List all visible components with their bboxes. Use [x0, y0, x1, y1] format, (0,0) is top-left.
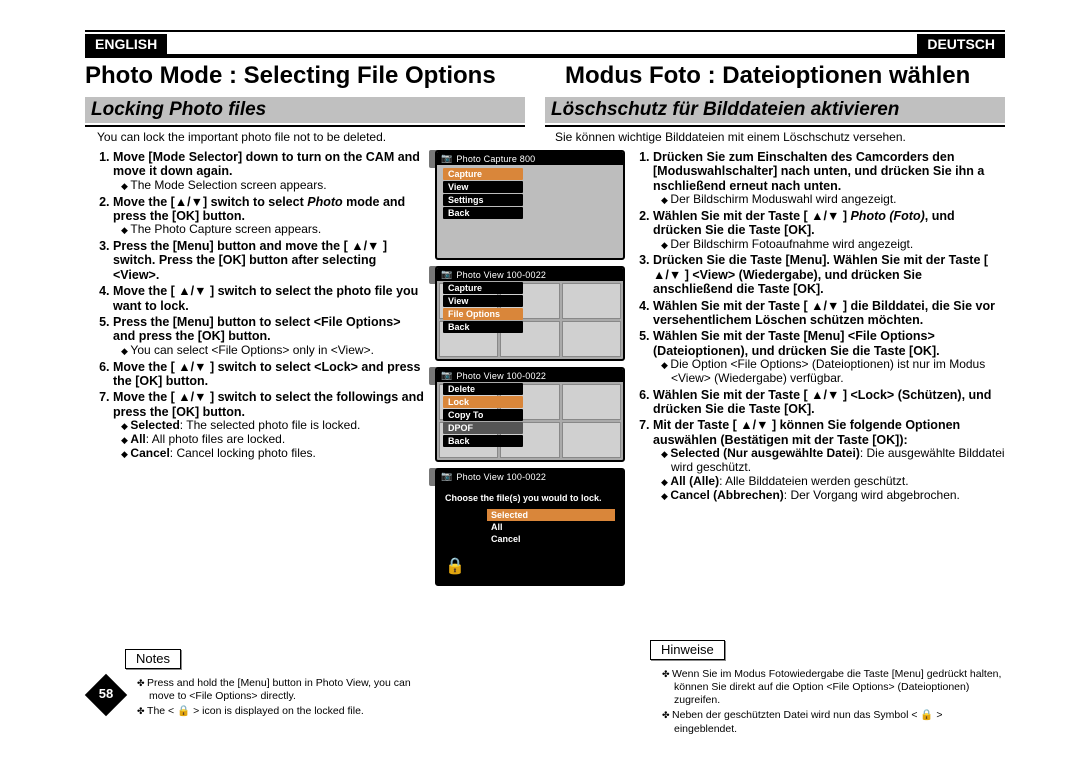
- shot-3: 3 Photo Capture 800 Capture View Setting…: [435, 150, 630, 260]
- camera-icon: [441, 370, 452, 381]
- title-english: Photo Mode : Selecting File Options: [85, 62, 525, 90]
- subtitle-deutsch: Löschschutz für Bilddateien aktivieren: [545, 97, 1005, 123]
- camera-icon: [441, 153, 452, 164]
- en-step-6: Move the [ ▲/▼ ] switch to select <Lock>…: [113, 360, 425, 389]
- de-step-4: Wählen Sie mit der Taste [ ▲/▼ ] die Bil…: [653, 299, 1005, 328]
- sub-rule-en: [85, 125, 525, 127]
- de-step-7: Mit der Taste [ ▲/▼ ] können Sie folgend…: [653, 418, 1005, 502]
- de-step-3: Drücken Sie die Taste [Menu]. Wählen Sie…: [653, 253, 1005, 296]
- camera-icon: [441, 471, 452, 482]
- lcd-capture-menu: Photo Capture 800 Capture View Settings …: [435, 150, 625, 260]
- steps-deutsch: Drücken Sie zum Einschalten des Camcorde…: [635, 150, 1005, 504]
- notes-label-de: Hinweise: [650, 640, 725, 660]
- lock-icon: 🔒: [445, 556, 465, 576]
- de-step-1: Drücken Sie zum Einschalten des Camcorde…: [653, 150, 1005, 207]
- lcd-lock-menu: Photo View 100-0022 Delete Lock Copy To …: [435, 367, 625, 462]
- notes-label-en: Notes: [125, 649, 181, 669]
- shot-5: 5 Photo View 100-0022 Capture View File …: [435, 266, 630, 361]
- screenshots-column: 3 Photo Capture 800 Capture View Setting…: [435, 150, 630, 592]
- en-step-7: Move the [ ▲/▼ ] switch to select the fo…: [113, 390, 425, 460]
- title-rule: [85, 54, 1005, 58]
- en-step-1: Move [Mode Selector] down to turn on the…: [113, 150, 425, 193]
- manual-page: ENGLISH DEUTSCH Photo Mode : Selecting F…: [85, 30, 1005, 730]
- shot-6: 6 Photo View 100-0022 Delete Lock Copy T…: [435, 367, 630, 462]
- en-step-2: Move the [▲/▼] switch to select Photo mo…: [113, 195, 425, 238]
- en-step-3: Press the [Menu] button and move the [ ▲…: [113, 239, 425, 282]
- lcd-lock-confirm: Photo View 100-0022 Choose the file(s) y…: [435, 468, 625, 586]
- de-step-2: Wählen Sie mit der Taste [ ▲/▼ ] Photo (…: [653, 209, 1005, 252]
- de-step-6: Wählen Sie mit der Taste [ ▲/▼ ] <Lock> …: [653, 388, 1005, 417]
- en-step-4: Move the [ ▲/▼ ] switch to select the ph…: [113, 284, 425, 313]
- de-step-5: Wählen Sie mit der Taste [Menu] <File Op…: [653, 329, 1005, 385]
- shot-7: 7 Photo View 100-0022 Choose the file(s)…: [435, 468, 630, 586]
- notes-de: Wenn Sie im Modus Fotowiedergabe die Tas…: [660, 668, 1005, 738]
- intro-english: You can lock the important photo file no…: [97, 130, 517, 144]
- lang-tab-deutsch: DEUTSCH: [917, 34, 1005, 54]
- lcd-view-fileoptions: Photo View 100-0022 Capture View File Op…: [435, 266, 625, 361]
- page-number: 58: [85, 680, 117, 710]
- intro-deutsch: Sie können wichtige Bilddateien mit eine…: [555, 130, 995, 144]
- title-deutsch: Modus Foto : Dateioptionen wählen: [565, 62, 1005, 90]
- en-step-5: Press the [Menu] button to select <File …: [113, 315, 425, 358]
- notes-en: Press and hold the [Menu] button in Phot…: [135, 677, 425, 720]
- subtitle-english: Locking Photo files: [85, 97, 525, 123]
- camera-icon: [441, 269, 452, 280]
- sub-rule-de: [545, 125, 1005, 127]
- steps-english: Move [Mode Selector] down to turn on the…: [95, 150, 425, 462]
- lang-tab-english: ENGLISH: [85, 34, 167, 54]
